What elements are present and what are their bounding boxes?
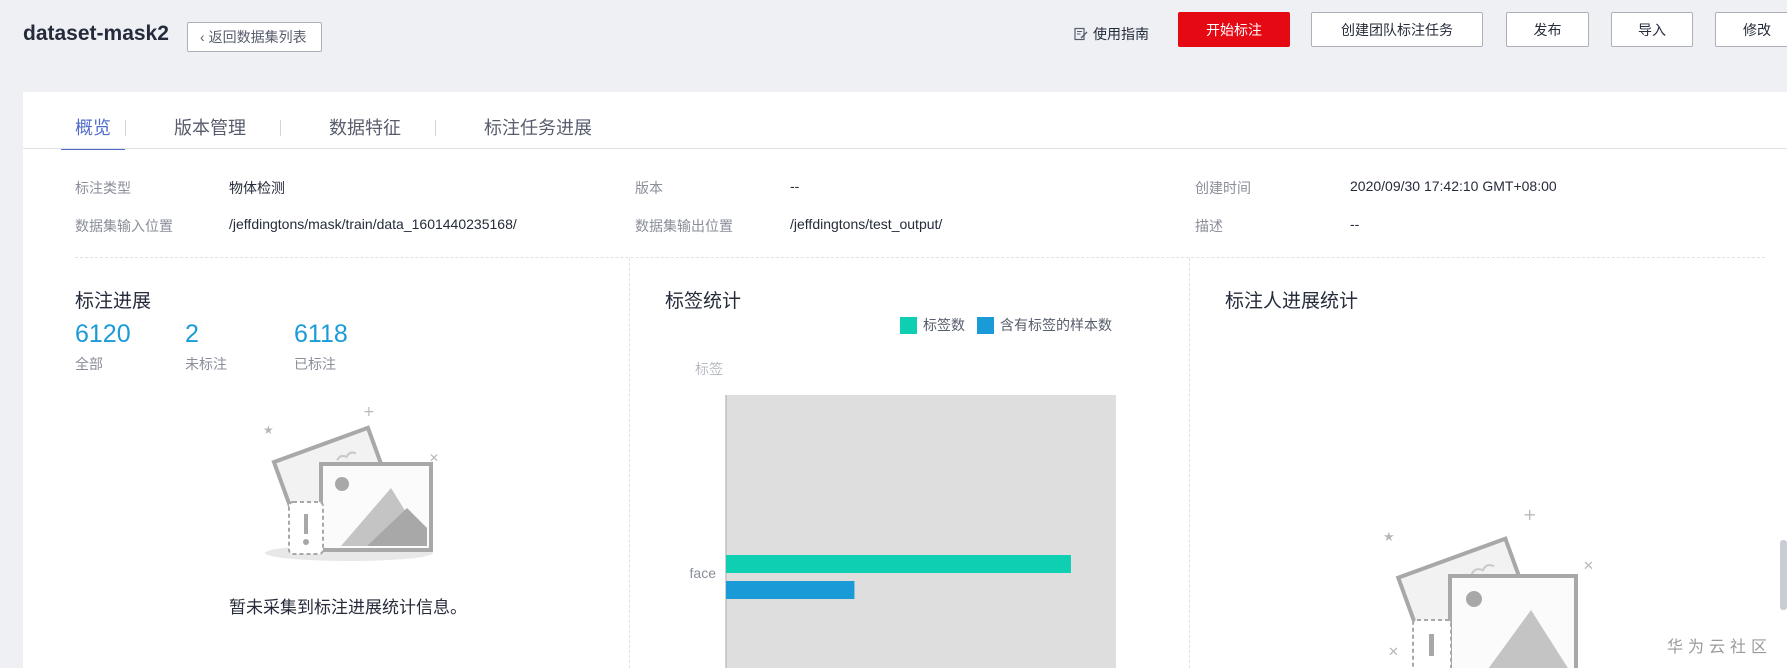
dataset-overview-card: 概览 版本管理 数据特征 标注任务进展 标注类型 物体检测 版本 -- 创建时间… <box>23 92 1787 668</box>
panel-divider <box>629 258 630 668</box>
tabs-divider <box>23 148 1787 149</box>
svg-text:★: ★ <box>263 423 274 437</box>
annotator-stats-title: 标注人进展统计 <box>1225 291 1359 312</box>
bar-face-series-0 <box>726 555 1071 573</box>
version-value-field: -- <box>790 178 799 194</box>
back-to-list-button[interactable]: ‹ 返回数据集列表 <box>187 22 322 52</box>
tab-separator <box>280 120 281 136</box>
description-value: -- <box>1350 216 1360 232</box>
label-stats-bar-chart[interactable]: 标签 face <box>663 342 1183 668</box>
progress-empty-message: 暂未采集到标注进展统计信息。 <box>229 598 467 617</box>
created-time-key: 创建时间 <box>1195 180 1251 196</box>
panel-divider <box>1189 258 1190 668</box>
progress-title: 标注进展 <box>75 291 152 312</box>
output-location-key: 数据集输出位置 <box>635 218 733 234</box>
chart-category-label: face <box>690 565 717 581</box>
label-stats-title: 标签统计 <box>665 291 742 312</box>
back-button-label: 返回数据集列表 <box>208 29 307 45</box>
bar-face-series-1 <box>726 581 855 599</box>
svg-text:✕: ✕ <box>1583 559 1594 574</box>
dataset-title: dataset-mask2 <box>23 22 169 45</box>
labeled-count-label: 已标注 <box>294 356 336 372</box>
created-time-value: 2020/09/30 17:42:10 GMT+08:00 <box>1350 178 1557 194</box>
empty-image-illustration: ★ + ✕ <box>263 404 439 561</box>
tab-version-management[interactable]: 版本管理 <box>160 114 260 148</box>
total-count-label: 全部 <box>75 356 103 372</box>
input-location-field: 数据集输入位置 <box>75 216 173 236</box>
top-bar: dataset-mask2 ‹ 返回数据集列表 使用指南 开始标注 创建团队标注… <box>0 0 1787 80</box>
tab-data-features[interactable]: 数据特征 <box>315 114 415 148</box>
chevron-left-icon: ‹ <box>200 29 205 45</box>
input-location-value-field: /jeffdingtons/mask/train/data_1601440235… <box>229 216 517 232</box>
label-type-key: 标注类型 <box>75 180 131 196</box>
chart-plot-area <box>726 395 1116 668</box>
user-guide-link[interactable]: 使用指南 <box>1074 24 1149 44</box>
label-type-field: 标注类型 <box>75 178 131 198</box>
created-time-field: 创建时间 <box>1195 178 1251 198</box>
empty-image-illustration: ★ + ✕ ✕ <box>1383 506 1594 668</box>
version-key: 版本 <box>635 180 663 196</box>
start-labeling-button[interactable]: 开始标注 <box>1178 12 1290 47</box>
version-value: -- <box>790 178 800 194</box>
unlabeled-count-label: 未标注 <box>185 356 227 372</box>
output-location-value-field: /jeffdingtons/test_output/ <box>790 216 942 232</box>
created-time-value-field: 2020/09/30 17:42:10 GMT+08:00 <box>1350 178 1557 194</box>
import-button[interactable]: 导入 <box>1611 12 1693 47</box>
output-location-field: 数据集输出位置 <box>635 216 733 236</box>
legend-swatch-label-count <box>900 316 917 334</box>
description-value-field: -- <box>1350 216 1359 232</box>
create-team-task-button[interactable]: 创建团队标注任务 <box>1311 12 1483 47</box>
unlabeled-count: 2 <box>185 320 199 348</box>
chart-legend[interactable]: 标签数 含有标签的样本数 <box>900 315 1112 335</box>
svg-text:★: ★ <box>1383 530 1395 545</box>
tab-separator <box>125 120 126 136</box>
svg-text:+: + <box>363 404 375 420</box>
label-type-value-field: 物体检测 <box>229 178 285 198</box>
legend-label-count: 标签数 <box>923 317 965 333</box>
user-guide-label: 使用指南 <box>1093 26 1149 42</box>
input-location-key: 数据集输入位置 <box>75 218 173 234</box>
tab-separator <box>435 120 436 136</box>
tab-labeling-task-progress[interactable]: 标注任务进展 <box>470 114 606 148</box>
legend-sample-count: 含有标签的样本数 <box>1000 317 1112 333</box>
output-location-value: /jeffdingtons/test_output/ <box>790 216 943 232</box>
label-type-value: 物体检测 <box>229 180 285 196</box>
watermark: 华为云社区 <box>1667 639 1773 656</box>
svg-text:+: + <box>1523 506 1536 524</box>
tab-bar: 概览 版本管理 数据特征 标注任务进展 <box>61 114 606 150</box>
legend-swatch-sample-count <box>977 316 994 334</box>
tab-overview[interactable]: 概览 <box>61 114 125 150</box>
description-field: 描述 <box>1195 216 1223 236</box>
total-count: 6120 <box>75 320 131 348</box>
publish-button[interactable]: 发布 <box>1506 12 1589 47</box>
info-divider <box>75 257 1765 258</box>
chart-y-axis-title: 标签 <box>695 361 723 377</box>
description-key: 描述 <box>1195 218 1223 234</box>
edit-button[interactable]: 修改 <box>1715 12 1787 47</box>
input-location-value: /jeffdingtons/mask/train/data_1601440235… <box>229 216 517 232</box>
labeled-count: 6118 <box>294 320 348 348</box>
scrollbar[interactable] <box>1780 540 1787 610</box>
svg-text:✕: ✕ <box>1388 645 1399 660</box>
version-field: 版本 <box>635 178 663 198</box>
edit-note-icon <box>1074 27 1088 41</box>
